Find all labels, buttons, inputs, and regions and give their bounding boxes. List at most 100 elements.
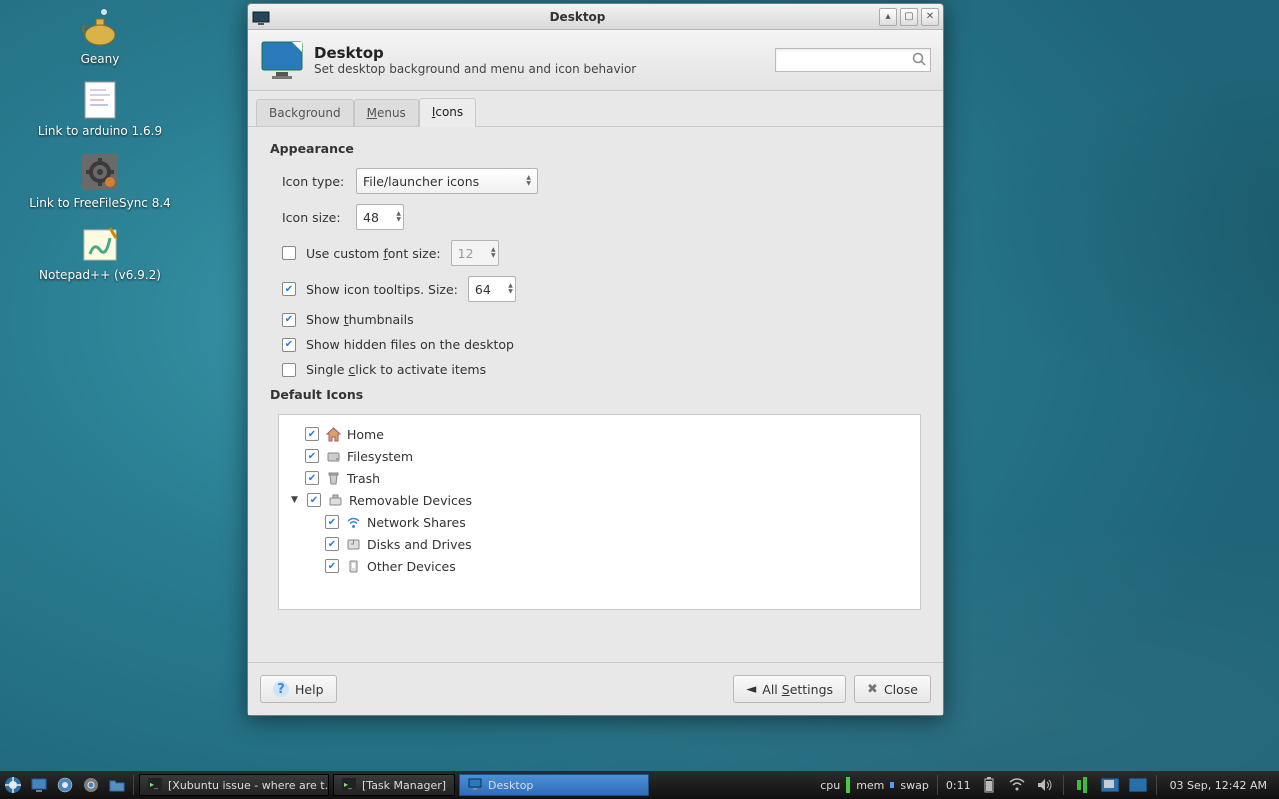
- window-monitor-icon: [252, 10, 270, 24]
- removable-drive-icon: [327, 492, 343, 508]
- icon-type-select[interactable]: File/launcher icons ▲▼: [356, 168, 538, 194]
- list-item-network[interactable]: Network Shares: [289, 511, 910, 533]
- browser-button[interactable]: [54, 774, 76, 796]
- desktop-icon-freefilesync[interactable]: Link to FreeFileSync 8.4: [20, 152, 180, 210]
- taskbar-entry-label: [Task Manager]: [362, 779, 446, 792]
- clock[interactable]: 03 Sep, 12:42 AM: [1162, 779, 1275, 792]
- tooltips-checkbox[interactable]: [282, 282, 296, 296]
- chrome-button[interactable]: [80, 774, 102, 796]
- list-item-home[interactable]: Home: [289, 423, 910, 445]
- taskbar-entry-xubuntu[interactable]: ▸_ [Xubuntu issue - where are t...: [139, 774, 329, 796]
- desktop-icon-label: Notepad++ (v6.9.2): [39, 268, 161, 282]
- cpu-label[interactable]: cpu: [817, 779, 843, 792]
- taskbar-entry-label: [Xubuntu issue - where are t...: [168, 779, 329, 792]
- home-checkbox[interactable]: [305, 427, 319, 441]
- list-item-disks[interactable]: Disks and Drives: [289, 533, 910, 555]
- taskbar-entry-label: Desktop: [488, 779, 533, 792]
- close-icon: ✖: [867, 682, 878, 697]
- header-search[interactable]: [775, 48, 931, 72]
- icon-type-label: Icon type:: [282, 174, 346, 189]
- all-settings-button[interactable]: ◄ All Settings: [733, 675, 846, 703]
- wifi-tray-icon[interactable]: [1006, 774, 1028, 796]
- system-tray: cpu mem swap 0:11 03 Sep, 12:42 AM: [817, 774, 1279, 796]
- list-item-label: Filesystem: [347, 449, 413, 464]
- svg-text:▸_: ▸_: [344, 780, 353, 789]
- icon-size-value: 48: [363, 210, 379, 225]
- list-item-label: Home: [347, 427, 384, 442]
- button-label: Close: [884, 682, 918, 697]
- window-footer: ? Help ◄ All Settings ✖ Close: [248, 662, 943, 715]
- list-item-removable[interactable]: ▼ Removable Devices: [289, 489, 910, 511]
- mem-label[interactable]: mem: [853, 779, 887, 792]
- spinner-arrows-icon: ▲▼: [491, 247, 496, 259]
- window-title: Desktop: [276, 10, 879, 24]
- window-maximize-button[interactable]: ▢: [900, 8, 918, 26]
- removable-checkbox[interactable]: [307, 493, 321, 507]
- spinner-arrows-icon[interactable]: ▲▼: [508, 283, 513, 295]
- swap-label[interactable]: swap: [897, 779, 931, 792]
- custom-font-checkbox[interactable]: [282, 246, 296, 260]
- start-menu-button[interactable]: [2, 774, 24, 796]
- list-item-trash[interactable]: Trash: [289, 467, 910, 489]
- home-icon: [325, 426, 341, 442]
- default-icons-listbox[interactable]: Home Filesystem Trash ▼ Removable Device…: [278, 414, 921, 610]
- list-item-filesystem[interactable]: Filesystem: [289, 445, 910, 467]
- drive-icon: [325, 448, 341, 464]
- close-button[interactable]: ✖ Close: [854, 675, 931, 703]
- show-desktop-button[interactable]: [28, 774, 50, 796]
- chevron-updown-icon: ▲▼: [526, 175, 531, 187]
- window-up-button[interactable]: ▴: [879, 8, 897, 26]
- disks-checkbox[interactable]: [325, 537, 339, 551]
- window-close-button[interactable]: ✕: [921, 8, 939, 26]
- battery-time[interactable]: 0:11: [943, 779, 974, 792]
- help-icon: ?: [273, 681, 289, 697]
- list-item-other[interactable]: Other Devices: [289, 555, 910, 577]
- volume-tray-icon[interactable]: [1034, 774, 1056, 796]
- custom-font-spinner: 12 ▲▼: [451, 240, 499, 266]
- help-button[interactable]: ? Help: [260, 675, 337, 703]
- trash-checkbox[interactable]: [305, 471, 319, 485]
- hidden-files-checkbox[interactable]: [282, 338, 296, 352]
- desktop-icon-arduino[interactable]: Link to arduino 1.6.9: [20, 80, 180, 138]
- tooltips-value: 64: [475, 282, 491, 297]
- device-icon: [345, 558, 361, 574]
- desktop-icons: Geany Link to arduino 1.6.9 Link to Free…: [20, 8, 180, 282]
- taskbar-entry-taskmanager[interactable]: ▸_ [Task Manager]: [333, 774, 455, 796]
- back-arrow-icon: ◄: [746, 682, 756, 697]
- expand-toggle[interactable]: ▼: [291, 495, 301, 505]
- file-manager-button[interactable]: [106, 774, 128, 796]
- tab-background[interactable]: Background: [256, 99, 354, 126]
- header-title: Desktop: [314, 44, 765, 62]
- network-checkbox[interactable]: [325, 515, 339, 529]
- spinner-arrows-icon[interactable]: ▲▼: [396, 211, 401, 223]
- desktop-icon-geany[interactable]: Geany: [20, 8, 180, 66]
- desktop-icon-notepadpp[interactable]: Notepad++ (v6.9.2): [20, 224, 180, 282]
- tab-body-icons: Appearance Icon type: File/launcher icon…: [248, 127, 943, 662]
- custom-font-value: 12: [458, 246, 474, 261]
- thumbnails-checkbox[interactable]: [282, 313, 296, 327]
- terminal-icon: ▸_: [342, 778, 356, 793]
- battery-icon[interactable]: [978, 774, 1000, 796]
- filesystem-checkbox[interactable]: [305, 449, 319, 463]
- settings-window: Desktop ▴ ▢ ✕ Desktop Set desktop backgr…: [247, 3, 944, 716]
- list-item-label: Disks and Drives: [367, 537, 472, 552]
- document-icon: [77, 80, 123, 120]
- other-checkbox[interactable]: [325, 559, 339, 573]
- tab-menus[interactable]: Menus: [354, 99, 419, 126]
- single-click-checkbox[interactable]: [282, 363, 296, 377]
- tab-icons[interactable]: Icons: [419, 98, 476, 127]
- desktop-icon-label: Geany: [81, 52, 120, 66]
- list-item-label: Network Shares: [367, 515, 466, 530]
- workspace-2-icon[interactable]: [1127, 774, 1149, 796]
- icon-size-spinner[interactable]: 48 ▲▼: [356, 204, 404, 230]
- tooltips-size-spinner[interactable]: 64 ▲▼: [468, 276, 516, 302]
- list-item-label: Removable Devices: [349, 493, 472, 508]
- taskbar-entry-desktop[interactable]: Desktop: [459, 774, 649, 796]
- workspace-1-icon[interactable]: [1099, 774, 1121, 796]
- cpu-graph-icon[interactable]: [1071, 774, 1093, 796]
- titlebar[interactable]: Desktop ▴ ▢ ✕: [248, 4, 943, 30]
- cpu-bar-icon: [846, 777, 850, 793]
- header-subtitle: Set desktop background and menu and icon…: [314, 62, 765, 76]
- desktop-icon-label: Link to arduino 1.6.9: [38, 124, 162, 138]
- terminal-icon: ▸_: [148, 778, 162, 793]
